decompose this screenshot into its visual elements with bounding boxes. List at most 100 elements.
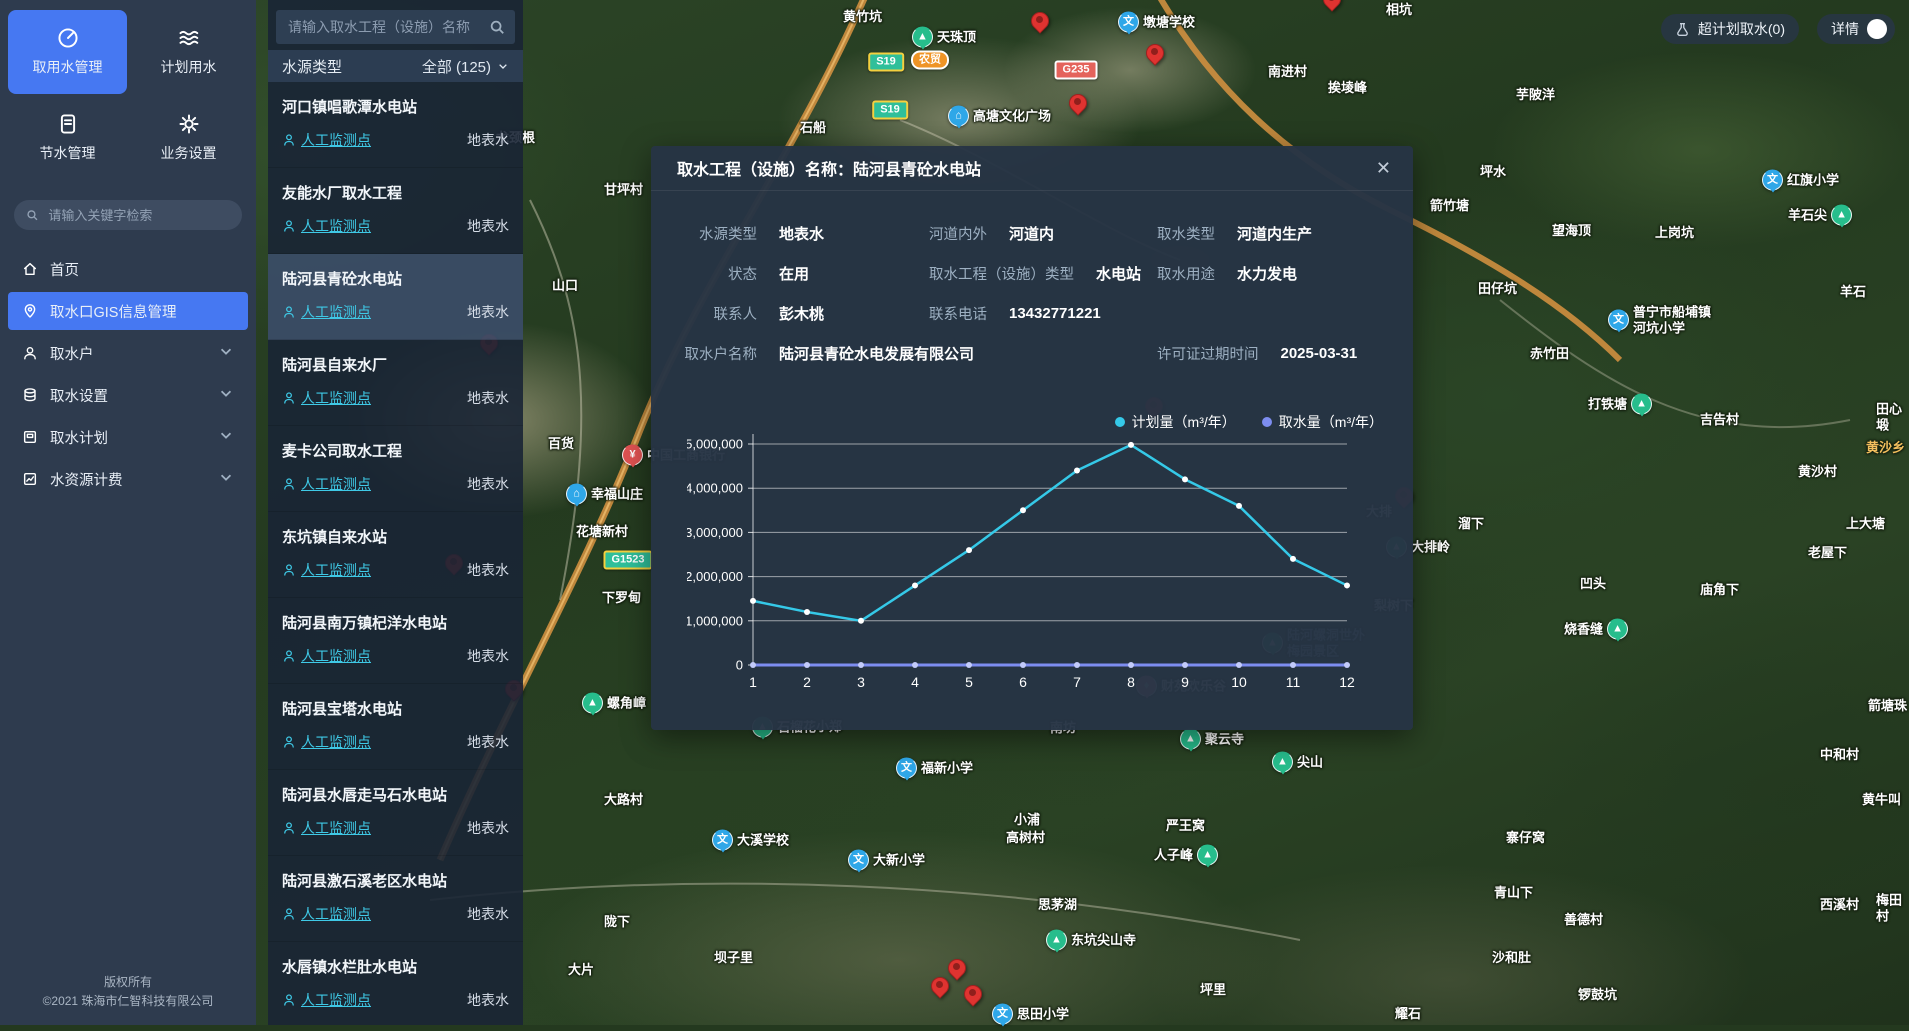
detail-row: 水源类型地表水河道内外河道内取水类型河道内生产 xyxy=(651,213,1413,253)
chevron-down-icon xyxy=(497,60,509,72)
detail-value: 水电站 xyxy=(1096,263,1141,284)
facility-name: 陆河县青砼水电站 xyxy=(282,268,509,289)
manual-monitor-link[interactable]: 人工监测点 xyxy=(282,818,371,838)
person-icon xyxy=(282,907,296,921)
facility-meta: 人工监测点地表水 xyxy=(282,904,509,924)
detail-pair: 许可证过期时间2025-03-31 xyxy=(1157,333,1357,373)
monitor-label: 人工监测点 xyxy=(301,474,371,494)
detail-toggle-knob[interactable] xyxy=(1867,19,1887,39)
manual-monitor-link[interactable]: 人工监测点 xyxy=(282,646,371,666)
map-pin-marker[interactable] xyxy=(1031,12,1049,30)
manual-monitor-link[interactable]: 人工监测点 xyxy=(282,904,371,924)
detail-pair: 水源类型地表水 xyxy=(651,213,824,253)
facility-name: 东坑镇自来水站 xyxy=(282,526,509,547)
map-pin-marker[interactable] xyxy=(931,977,949,995)
detail-row: 取水户名称陆河县青砼水电发展有限公司许可证过期时间2025-03-31 xyxy=(651,333,1413,373)
water-source-type: 地表水 xyxy=(467,560,509,580)
pin-dot xyxy=(1074,98,1081,105)
manual-monitor-link[interactable]: 人工监测点 xyxy=(282,990,371,1010)
flask-icon xyxy=(1675,22,1690,37)
list-item[interactable]: 河口镇唱歌潭水电站人工监测点地表水 xyxy=(268,82,523,168)
person-icon xyxy=(282,219,296,233)
monitor-label: 人工监测点 xyxy=(301,646,371,666)
detail-pair: 取水工程（设施）类型水电站 xyxy=(929,253,1141,293)
detail-label: 许可证过期时间 xyxy=(1157,343,1259,364)
facility-name: 陆河县水唇走马石水电站 xyxy=(282,784,509,805)
list-item[interactable]: 麦卡公司取水工程人工监测点地表水 xyxy=(268,426,523,512)
sidebar-menu: 首页取水口GIS信息管理取水户取水设置取水计划水资源计费 xyxy=(0,244,256,973)
manual-monitor-link[interactable]: 人工监测点 xyxy=(282,302,371,322)
manual-monitor-link[interactable]: 人工监测点 xyxy=(282,732,371,752)
svg-text:11: 11 xyxy=(1286,674,1301,690)
module-tile-1[interactable]: 取用水管理 xyxy=(8,10,127,94)
facility-name: 陆河县南万镇杞洋水电站 xyxy=(282,612,509,633)
sidebar-item-label: 水资源计费 xyxy=(50,469,206,490)
list-item[interactable]: 陆河县青砼水电站人工监测点地表水 xyxy=(268,254,523,340)
sidebar-search[interactable] xyxy=(14,200,242,230)
sidebar-item-2[interactable]: 取水口GIS信息管理 xyxy=(8,292,248,330)
detail-value: 陆河县青砼水电发展有限公司 xyxy=(779,343,974,364)
chevron-down-icon xyxy=(218,427,234,447)
sidebar-item-1[interactable]: 首页 xyxy=(8,250,248,288)
close-icon[interactable]: ✕ xyxy=(1376,159,1391,177)
map-pin-marker[interactable] xyxy=(1146,44,1164,62)
monitor-label: 人工监测点 xyxy=(301,904,371,924)
svg-text:6: 6 xyxy=(1019,674,1027,690)
facility-name: 河口镇唱歌潭水电站 xyxy=(282,96,509,117)
module-tile-2[interactable]: 计划用水 xyxy=(129,10,248,94)
copyright: 版权所有 ©2021 珠海市仁智科技有限公司 xyxy=(0,973,256,1025)
module-label: 计划用水 xyxy=(161,57,217,77)
detail-label: 联系人 xyxy=(651,303,757,324)
list-item[interactable]: 水唇镇水栏肚水电站人工监测点地表水 xyxy=(268,942,523,1025)
sidebar-item-3[interactable]: 取水户 xyxy=(8,334,248,372)
map-pin-marker[interactable] xyxy=(1323,0,1341,8)
list-item[interactable]: 陆河县激石溪老区水电站人工监测点地表水 xyxy=(268,856,523,942)
monitor-label: 人工监测点 xyxy=(301,302,371,322)
manual-monitor-link[interactable]: 人工监测点 xyxy=(282,474,371,494)
list-item[interactable]: 陆河县自来水厂人工监测点地表水 xyxy=(268,340,523,426)
sidebar-item-label: 取水口GIS信息管理 xyxy=(50,301,234,322)
filter-value-dropdown[interactable]: 全部 (125) xyxy=(422,56,509,77)
detail-value: 水力发电 xyxy=(1237,263,1297,284)
modal-header: 取水工程（设施）名称：陆河县青砼水电站 ✕ xyxy=(651,146,1413,191)
map-pin-marker[interactable] xyxy=(1069,94,1087,112)
database-icon xyxy=(22,387,38,403)
search-icon xyxy=(26,208,38,222)
detail-toggle[interactable]: 详情 xyxy=(1817,14,1895,44)
sidebar-search-input[interactable] xyxy=(46,207,230,224)
module-tile-3[interactable]: 节水管理 xyxy=(8,96,127,180)
copyright-line1: 版权所有 xyxy=(10,973,246,992)
person-icon xyxy=(282,477,296,491)
search-icon[interactable] xyxy=(489,19,505,35)
detail-value: 河道内 xyxy=(1009,223,1054,244)
detail-pair: 河道内外河道内 xyxy=(929,213,1054,253)
over-plan-badge[interactable]: 超计划取水(0) xyxy=(1661,14,1799,44)
svg-text:5,000,000: 5,000,000 xyxy=(687,437,743,452)
list-item[interactable]: 陆河县水唇走马石水电站人工监测点地表水 xyxy=(268,770,523,856)
manual-monitor-link[interactable]: 人工监测点 xyxy=(282,130,371,150)
manual-monitor-link[interactable]: 人工监测点 xyxy=(282,216,371,236)
sidebar: 取用水管理计划用水节水管理业务设置 首页取水口GIS信息管理取水户取水设置取水计… xyxy=(0,0,256,1025)
map-pin-marker[interactable] xyxy=(964,985,982,1003)
sidebar-item-5[interactable]: 取水计划 xyxy=(8,418,248,456)
detail-row: 联系人彭木桃联系电话13432771221 xyxy=(651,293,1413,333)
facility-name: 陆河县宝塔水电站 xyxy=(282,698,509,719)
detail-value: 彭木桃 xyxy=(779,303,824,324)
manual-monitor-link[interactable]: 人工监测点 xyxy=(282,388,371,408)
map-pin-marker[interactable] xyxy=(948,959,966,977)
list-item[interactable]: 友能水厂取水工程人工监测点地表水 xyxy=(268,168,523,254)
detail-label: 水源类型 xyxy=(651,223,757,244)
list-item[interactable]: 陆河县南万镇杞洋水电站人工监测点地表水 xyxy=(268,598,523,684)
water-source-type: 地表水 xyxy=(467,990,509,1010)
svg-text:3: 3 xyxy=(857,674,865,690)
person-icon xyxy=(282,563,296,577)
facility-search-input[interactable] xyxy=(286,18,483,36)
module-tile-4[interactable]: 业务设置 xyxy=(129,96,248,180)
list-item[interactable]: 陆河县宝塔水电站人工监测点地表水 xyxy=(268,684,523,770)
detail-label: 详情 xyxy=(1831,19,1859,39)
facility-search[interactable] xyxy=(276,10,515,44)
sidebar-item-4[interactable]: 取水设置 xyxy=(8,376,248,414)
sidebar-item-6[interactable]: 水资源计费 xyxy=(8,460,248,498)
list-item[interactable]: 东坑镇自来水站人工监测点 地表水 xyxy=(268,512,523,598)
manual-monitor-link[interactable]: 人工监测点 xyxy=(282,560,371,580)
